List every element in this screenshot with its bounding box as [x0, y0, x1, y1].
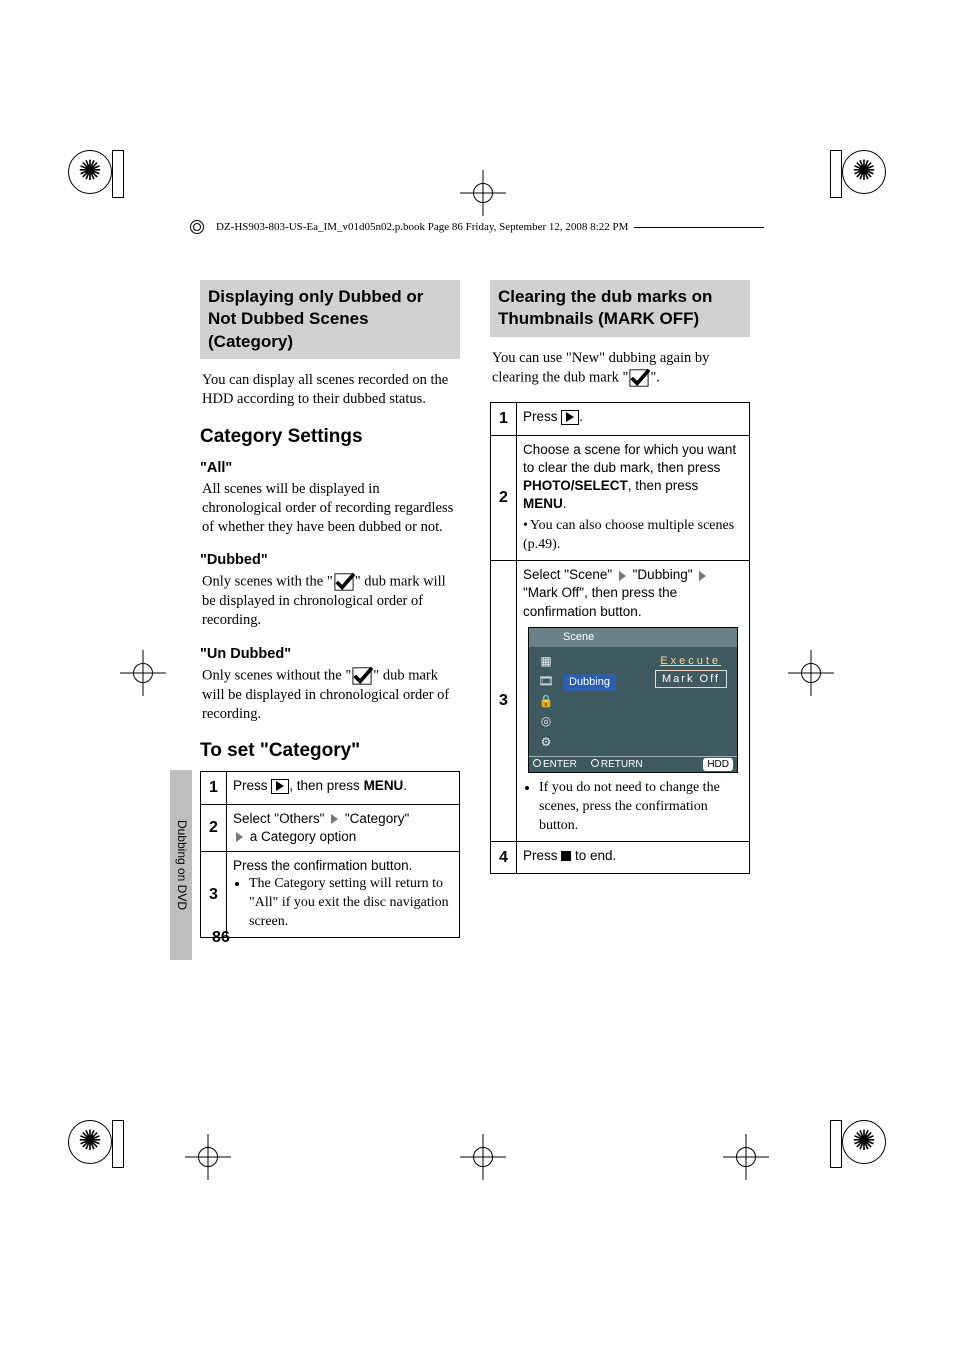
arrow-right-icon	[236, 832, 243, 842]
reg-cross-icon	[460, 170, 506, 216]
play-button-icon	[271, 779, 289, 794]
side-tab: Dubbing on DVD	[170, 770, 192, 960]
checkmark-icon	[628, 368, 650, 388]
step-number: 1	[491, 403, 517, 436]
table-row: 1 Press , then press MENU.	[201, 771, 460, 804]
section-title: Clearing the dub marks on Thumbnails (MA…	[490, 280, 750, 337]
stop-button-icon	[561, 851, 571, 861]
table-row: 2 Select "Others" "Category" a Category …	[201, 804, 460, 851]
step-text: Select "Others" "Category" a Category op…	[227, 804, 460, 851]
page-number: 86	[212, 927, 230, 948]
reg-cross-icon	[120, 650, 166, 696]
step-number: 3	[491, 561, 517, 842]
header-crop-text: DZ-HS903-803-US-Ea_IM_v01d05n02.p.book P…	[210, 221, 634, 233]
circle-icon	[533, 759, 541, 767]
side-tab-label: Dubbing on DVD	[173, 820, 189, 910]
crop-mark-icon: ✺	[806, 1120, 886, 1200]
heading-to-set-category: To set "Category"	[200, 738, 460, 763]
ring-icon	[190, 220, 204, 234]
subhead-undubbed: "Un Dubbed"	[200, 645, 460, 664]
heading-category-settings: Category Settings	[200, 424, 460, 449]
step-number: 2	[201, 804, 227, 851]
osd-dubbing: Dubbing	[563, 674, 616, 691]
step-text: Press to end.	[517, 841, 750, 874]
steps-table-left: 1 Press , then press MENU. 2 Select "Oth…	[200, 771, 460, 938]
right-column: Clearing the dub marks on Thumbnails (MA…	[490, 280, 750, 938]
lock-icon: 🔒	[539, 693, 554, 709]
header-crop-bar: DZ-HS903-803-US-Ea_IM_v01d05n02.p.book P…	[190, 218, 764, 236]
reg-cross-icon	[460, 1134, 506, 1180]
step-number: 4	[491, 841, 517, 874]
osd-left-icons: ▦ 🎞 🔒 ◎ ⚙	[535, 653, 557, 750]
steps-table-right: 1 Press . 2 Choose a scene for which you…	[490, 402, 750, 874]
subhead-dubbed: "Dubbed"	[200, 551, 460, 570]
crop-mark-icon: ✺	[68, 1120, 148, 1200]
checkmark-icon	[333, 572, 355, 592]
table-row: 2 Choose a scene for which you want to c…	[491, 435, 750, 561]
step-text: Select "Scene" "Dubbing" "Mark Off", the…	[517, 561, 750, 842]
section-title: Displaying only Dubbed or Not Dubbed Sce…	[200, 280, 460, 359]
para-undubbed: Only scenes without the "" dub mark will…	[202, 666, 458, 724]
step-number: 2	[491, 435, 517, 561]
step-number: 3	[201, 852, 227, 938]
osd-top-label: Scene	[563, 630, 594, 645]
osd-execute: Execute	[654, 653, 727, 670]
step-note: If you do not need to change the scenes,…	[539, 779, 743, 836]
table-row: 3 Select "Scene" "Dubbing" "Mark Off", t…	[491, 561, 750, 842]
intro-paragraph: You can use "New" dubbing again by clear…	[492, 349, 748, 388]
step-number: 1	[201, 771, 227, 804]
table-row: 3 Press the confirmation button. The Cat…	[201, 852, 460, 938]
arrow-right-icon	[619, 571, 626, 581]
film-icon: 🎞	[538, 673, 553, 689]
left-column: Displaying only Dubbed or Not Dubbed Sce…	[200, 280, 460, 938]
crop-mark-icon: ✺	[806, 150, 886, 230]
step-text: Choose a scene for which you want to cle…	[517, 435, 750, 561]
table-row: 1 Press .	[491, 403, 750, 436]
para-dubbed: Only scenes with the "" dub mark will be…	[202, 572, 458, 630]
reg-cross-icon	[788, 650, 834, 696]
disc-icon: ◎	[541, 713, 551, 729]
page: ✺ ✺ ✺ ✺ DZ-HS903-803-US-Ea_IM_v01d05n02.…	[0, 0, 954, 1350]
intro-paragraph: You can display all scenes recorded on t…	[202, 371, 458, 409]
arrow-right-icon	[331, 814, 338, 824]
arrow-right-icon	[699, 571, 706, 581]
reg-cross-icon	[723, 1134, 769, 1180]
para-all: All scenes will be displayed in chronolo…	[202, 480, 458, 537]
reg-cross-icon	[185, 1134, 231, 1180]
checkmark-icon	[351, 666, 373, 686]
gear-icon: ⚙	[541, 734, 552, 750]
table-row: 4 Press to end.	[491, 841, 750, 874]
circle-icon	[591, 759, 599, 767]
osd-menu: Scene ▦ 🎞 🔒 ◎ ⚙	[528, 627, 738, 773]
crop-mark-icon: ✺	[68, 150, 148, 230]
step-text: Press .	[517, 403, 750, 436]
step-text: Press , then press MENU.	[227, 771, 460, 804]
content-area: Dubbing on DVD Displaying only Dubbed or…	[200, 280, 755, 938]
scene-icon: ▦	[540, 653, 551, 669]
step-text: Press the confirmation button. The Categ…	[227, 852, 460, 938]
play-button-icon	[561, 410, 579, 425]
osd-markoff: Mark Off	[655, 670, 727, 689]
osd-hdd-badge: HDD	[703, 758, 733, 772]
subhead-all: "All"	[200, 459, 460, 478]
